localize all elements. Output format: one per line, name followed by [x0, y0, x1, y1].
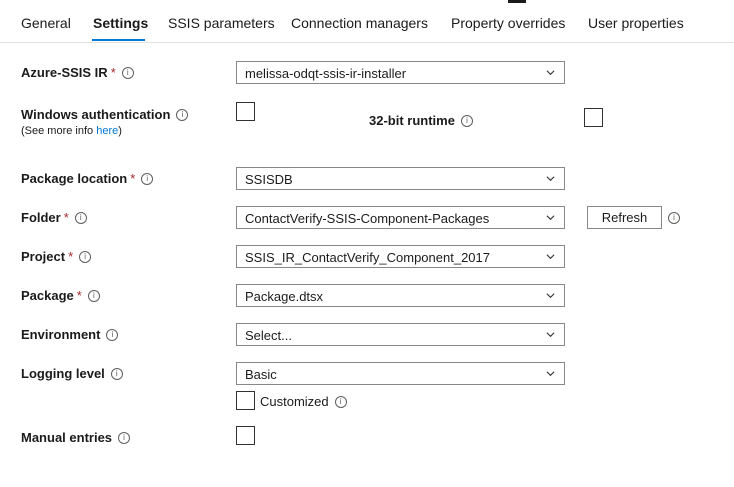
project-dropdown[interactable]: SSIS_IR_ContactVerify_Component_2017	[236, 245, 565, 268]
info-icon[interactable]: i	[176, 109, 189, 121]
more-info-suffix: )	[118, 125, 122, 137]
chevron-down-icon	[546, 254, 555, 260]
tab-property-overrides[interactable]: Property overrides	[451, 15, 565, 31]
info-icon[interactable]: i	[141, 173, 154, 185]
more-info-link[interactable]: here	[96, 125, 118, 137]
manual-entries-checkbox[interactable]	[236, 426, 255, 445]
info-icon[interactable]: i	[334, 396, 347, 408]
tab-ssis-parameters[interactable]: SSIS parameters	[168, 15, 275, 31]
environment-value: Select...	[245, 328, 292, 343]
chevron-down-icon	[546, 215, 555, 221]
info-icon[interactable]: i	[106, 329, 119, 341]
azure-ssis-ir-label-text: Azure-SSIS IR	[21, 65, 108, 80]
manual-entries-label-text: Manual entries	[21, 430, 113, 445]
windows-auth-label-text: Windows authentication	[21, 107, 171, 122]
package-label: Package * i	[21, 288, 100, 304]
chevron-down-icon	[546, 70, 555, 76]
project-label: Project * i	[21, 249, 92, 265]
info-icon[interactable]: i	[460, 115, 473, 127]
windows-auth-checkbox[interactable]	[236, 102, 255, 121]
windows-auth-label: Windows authentication i	[21, 107, 189, 123]
logging-level-label: Logging level i	[21, 366, 123, 382]
runtime-32bit-label-text: 32-bit runtime	[369, 113, 455, 128]
windows-auth-more-info: (See more info here)	[21, 125, 122, 137]
required-marker: *	[76, 288, 82, 303]
info-icon[interactable]: i	[74, 212, 87, 224]
folder-label: Folder * i	[21, 210, 87, 226]
package-dropdown[interactable]: Package.dtsx	[236, 284, 565, 307]
manual-entries-label: Manual entries i	[21, 430, 131, 446]
active-tab-indicator	[92, 39, 145, 41]
chevron-down-icon	[546, 176, 555, 182]
folder-label-text: Folder	[21, 210, 61, 225]
runtime-32bit-label: 32-bit runtime i	[369, 113, 473, 129]
folder-value: ContactVerify-SSIS-Component-Packages	[245, 211, 490, 226]
azure-ssis-ir-value: melissa-odqt-ssis-ir-installer	[245, 66, 407, 81]
top-indicator	[508, 0, 526, 3]
refresh-button[interactable]: Refresh	[587, 206, 662, 229]
customized-label: Customized i	[260, 394, 347, 410]
tab-bar: General Settings SSIS parameters Connect…	[0, 0, 734, 43]
environment-dropdown[interactable]: Select...	[236, 323, 565, 346]
runtime-32bit-checkbox[interactable]	[584, 108, 603, 127]
required-marker: *	[63, 210, 69, 225]
tab-connection-managers[interactable]: Connection managers	[291, 15, 428, 31]
info-icon[interactable]: i	[79, 251, 92, 263]
azure-ssis-ir-label: Azure-SSIS IR * i	[21, 65, 134, 81]
info-icon[interactable]: i	[121, 67, 134, 79]
chevron-down-icon	[546, 293, 555, 299]
azure-ssis-ir-dropdown[interactable]: melissa-odqt-ssis-ir-installer	[236, 61, 565, 84]
more-info-text: (See more info	[21, 125, 97, 137]
package-location-label-text: Package location	[21, 171, 128, 186]
customized-checkbox[interactable]	[236, 391, 255, 410]
info-icon[interactable]: i	[668, 212, 680, 224]
tab-settings[interactable]: Settings	[93, 15, 148, 31]
tab-user-properties[interactable]: User properties	[588, 15, 684, 31]
package-location-value: SSISDB	[245, 172, 293, 187]
info-icon[interactable]: i	[118, 432, 131, 444]
chevron-down-icon	[546, 332, 555, 338]
folder-dropdown[interactable]: ContactVerify-SSIS-Component-Packages	[236, 206, 565, 229]
info-icon[interactable]: i	[110, 368, 123, 380]
tab-general[interactable]: General	[21, 15, 71, 31]
required-marker: *	[130, 171, 136, 186]
package-location-label: Package location * i	[21, 171, 154, 187]
required-marker: *	[110, 65, 116, 80]
chevron-down-icon	[546, 371, 555, 377]
package-label-text: Package	[21, 288, 74, 303]
environment-label: Environment i	[21, 327, 119, 343]
logging-level-dropdown[interactable]: Basic	[236, 362, 565, 385]
project-label-text: Project	[21, 249, 66, 264]
logging-level-label-text: Logging level	[21, 366, 105, 381]
project-value: SSIS_IR_ContactVerify_Component_2017	[245, 250, 490, 265]
environment-label-text: Environment	[21, 327, 101, 342]
required-marker: *	[68, 249, 74, 264]
customized-label-text: Customized	[260, 394, 329, 409]
package-location-dropdown[interactable]: SSISDB	[236, 167, 565, 190]
package-value: Package.dtsx	[245, 289, 324, 304]
info-icon[interactable]: i	[87, 290, 100, 302]
logging-level-value: Basic	[245, 367, 277, 382]
